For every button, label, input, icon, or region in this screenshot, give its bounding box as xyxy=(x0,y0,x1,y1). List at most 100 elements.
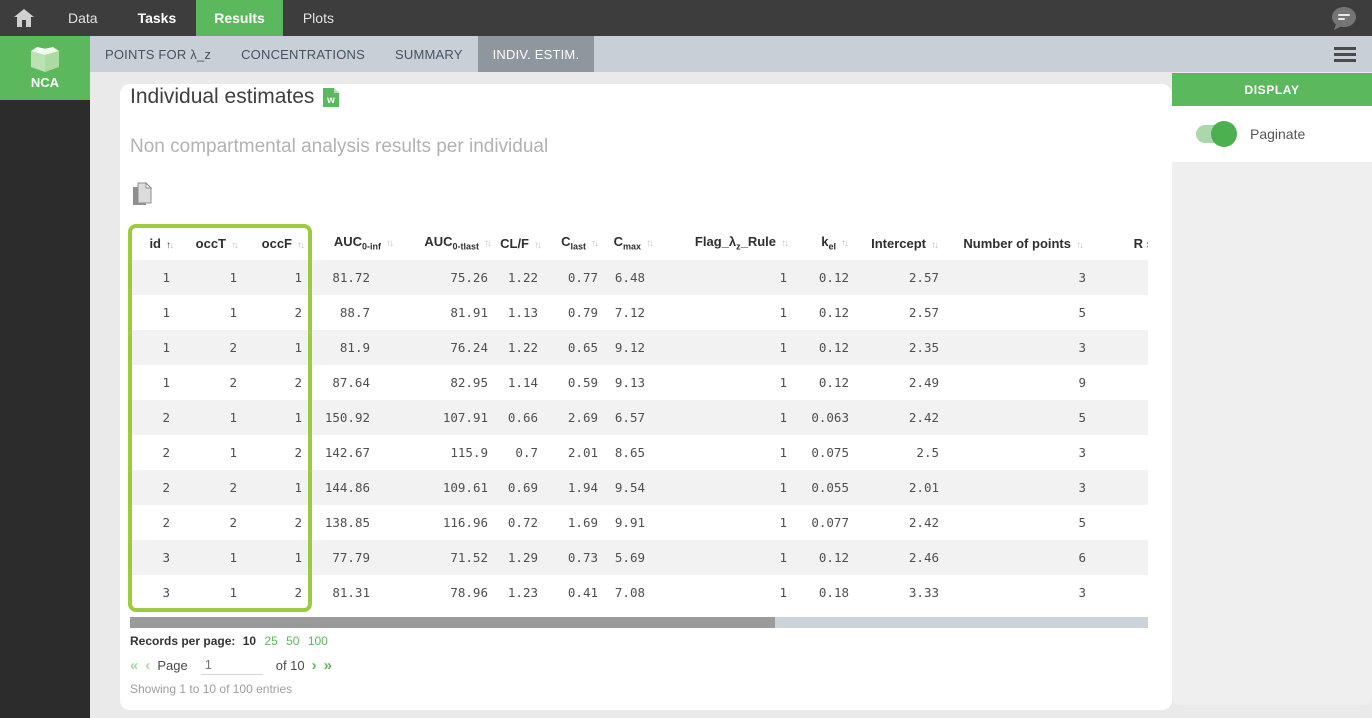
sort-icon[interactable]: ↑↓ xyxy=(781,238,789,249)
table-cell: 1 xyxy=(779,445,787,460)
table-cell: 0.66 xyxy=(498,400,548,435)
table-cell: 1.14 xyxy=(507,375,538,390)
table-cell: 9.12 xyxy=(605,330,660,365)
package-box-icon xyxy=(31,47,59,72)
table-cell: 6.48 xyxy=(605,260,660,295)
nav-data[interactable]: Data xyxy=(48,0,118,36)
table-cell: 1 xyxy=(180,540,245,575)
horizontal-scrollbar[interactable] xyxy=(130,617,1148,628)
table-cell: 1 xyxy=(229,585,237,600)
records-option-25[interactable]: 25 xyxy=(264,634,277,648)
table-cell: 1 xyxy=(162,305,170,320)
sidebar-item-nca[interactable]: NCA xyxy=(0,36,90,100)
table-cell: 1.94 xyxy=(548,470,605,505)
table-row: 1 1 1 81.72 75.26 1.22 0.77 6.48 1 0.12 2.57 3 xyxy=(130,260,1148,295)
left-sidebar: NCA xyxy=(0,36,90,718)
table-row: 1 2 1 81.9 76.24 1.22 0.65 9.12 1 0.12 2.35 3 xyxy=(130,330,1148,365)
nav-plots[interactable]: Plots xyxy=(283,0,354,36)
table-cell: 0.055 xyxy=(795,470,855,505)
table-cell: 0.59 xyxy=(567,375,598,390)
table-cell: 0.12 xyxy=(795,540,855,575)
table-cell: 0.7 xyxy=(515,445,538,460)
home-button[interactable] xyxy=(0,0,48,36)
table-cell: 0.063 xyxy=(795,400,855,435)
table-cell: 2 xyxy=(294,375,302,390)
column-header[interactable]: kel ↑↓ xyxy=(795,226,855,260)
sort-icon[interactable]: ↑↓ xyxy=(1076,240,1084,251)
page-title-text: Individual estimates xyxy=(130,85,315,108)
records-per-page: Records per page: 10 25 50 100 xyxy=(130,634,328,648)
column-header[interactable]: Clast ↑↓ xyxy=(548,226,605,260)
nav-results[interactable]: Results xyxy=(196,0,283,36)
column-header[interactable]: occF ↑↓ xyxy=(245,226,311,260)
nav-tasks[interactable]: Tasks xyxy=(118,0,197,36)
table-cell: 76.24 xyxy=(400,330,498,365)
sort-icon[interactable]: ↑↓ xyxy=(297,240,305,251)
display-panel-header: DISPLAY xyxy=(1172,73,1372,106)
table-cell: 2 xyxy=(130,400,180,435)
column-header[interactable]: Number of points ↑↓ xyxy=(945,226,1090,260)
sort-icon[interactable]: ↑↓ xyxy=(591,238,599,249)
table-cell: 109.61 xyxy=(400,470,498,505)
table-cell: 0.69 xyxy=(498,470,548,505)
column-header[interactable]: CL/F ↑↓ xyxy=(498,226,548,260)
sort-icon[interactable]: ↑↓ xyxy=(386,238,394,249)
table-cell: 3.33 xyxy=(908,585,939,600)
column-header[interactable]: Cmax ↑↓ xyxy=(605,226,660,260)
tab-points-for-lambda-z[interactable]: POINTS FOR λ_z xyxy=(90,36,226,72)
feedback-chat-icon[interactable] xyxy=(1330,5,1358,31)
column-header[interactable]: R squar xyxy=(1090,226,1148,260)
sort-icon[interactable]: ↑↓ xyxy=(231,240,239,251)
sort-icon[interactable]: ↑↓ xyxy=(646,238,654,249)
paginate-toggle[interactable] xyxy=(1196,121,1237,147)
table-cell: 1.29 xyxy=(498,540,548,575)
word-export-icon[interactable]: w xyxy=(323,87,340,107)
last-page-button[interactable]: » xyxy=(324,658,332,673)
page-number-input[interactable] xyxy=(200,655,263,675)
table-cell: 81.9 xyxy=(311,330,400,365)
column-header[interactable]: AUC0-tlast ↑↓ xyxy=(400,226,498,260)
table-cell xyxy=(1090,575,1148,610)
column-header[interactable]: Intercept ↑↓ xyxy=(855,226,945,260)
table-cell: 82.95 xyxy=(450,375,488,390)
tab-concentrations[interactable]: CONCENTRATIONS xyxy=(226,36,380,72)
column-header[interactable]: Flag_λz_Rule ↑↓ xyxy=(660,226,795,260)
table-cell: 78.96 xyxy=(450,585,488,600)
sort-icon[interactable]: ↑↓ xyxy=(841,238,849,249)
table-cell: 0.077 xyxy=(811,515,849,530)
menu-hamburger-icon[interactable] xyxy=(1334,44,1356,65)
sort-icon[interactable]: ↑↓ xyxy=(166,240,174,251)
table-cell: 0.18 xyxy=(818,585,849,600)
table-cell: 115.9 xyxy=(450,445,488,460)
tab-indiv-estim[interactable]: INDIV. ESTIM. xyxy=(477,36,595,72)
column-header[interactable]: occT ↑↓ xyxy=(180,226,245,260)
sort-icon[interactable]: ↑↓ xyxy=(534,240,542,251)
table-cell: 0.12 xyxy=(795,330,855,365)
column-header[interactable]: AUC0-inf ↑↓ xyxy=(311,226,400,260)
tab-summary[interactable]: SUMMARY xyxy=(380,36,478,72)
next-page-button[interactable]: › xyxy=(312,658,317,673)
column-header[interactable]: id ↑↓ xyxy=(130,226,180,260)
display-panel-empty-area xyxy=(1172,162,1372,705)
records-option-current[interactable]: 10 xyxy=(243,634,256,648)
records-option-100[interactable]: 100 xyxy=(308,634,328,648)
table-cell: 107.91 xyxy=(400,400,498,435)
table-cell: 6.57 xyxy=(605,400,660,435)
scrollbar-thumb[interactable] xyxy=(130,617,775,628)
records-option-50[interactable]: 50 xyxy=(286,634,299,648)
table-cell: 0.12 xyxy=(795,260,855,295)
table-row: 2 1 1 150.92 107.91 0.66 2.69 6.57 1 0.063 2.42 5 xyxy=(130,400,1148,435)
table-cell: 5 xyxy=(1078,515,1086,530)
sort-icon[interactable]: ↑↓ xyxy=(484,238,492,249)
table-cell: 0.41 xyxy=(567,585,598,600)
copy-table-icon[interactable] xyxy=(132,182,152,206)
prev-page-button[interactable]: ‹ xyxy=(145,658,150,673)
table-cell xyxy=(1090,400,1148,435)
table-cell: 3 xyxy=(945,330,1090,365)
table-cell: 5.69 xyxy=(605,540,660,575)
sort-icon[interactable]: ↑↓ xyxy=(931,240,939,251)
results-tab-bar: POINTS FOR λ_z CONCENTRATIONS SUMMARY IN… xyxy=(90,36,1372,72)
table-cell: 77.79 xyxy=(311,540,400,575)
table-cell: 8.65 xyxy=(614,445,645,460)
first-page-button[interactable]: « xyxy=(130,658,138,673)
